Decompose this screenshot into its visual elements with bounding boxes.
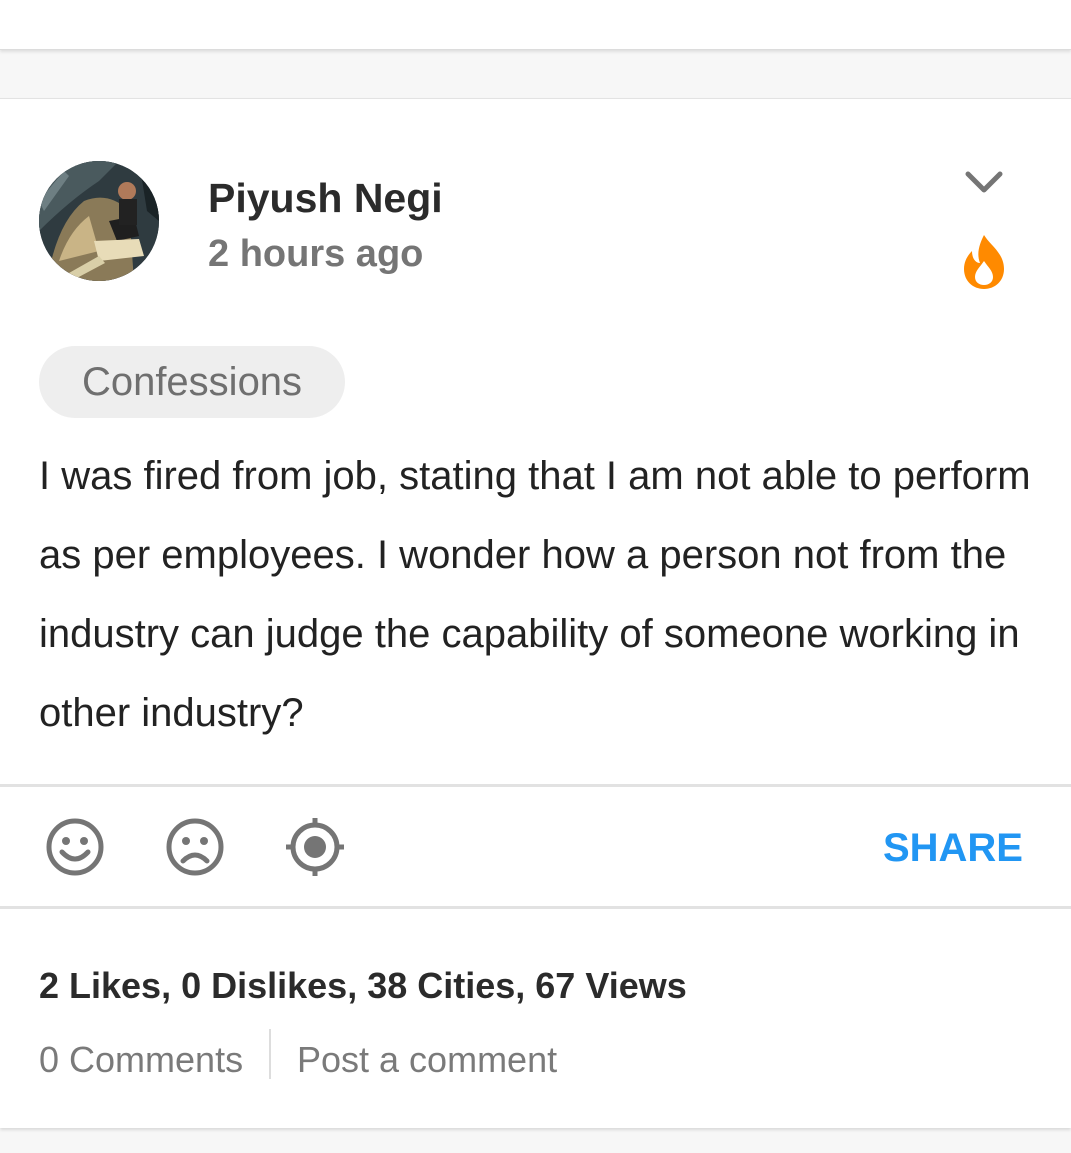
previous-post-card — [0, 0, 1071, 50]
post-card: Piyush Negi 2 hours ago Confessions I wa… — [0, 98, 1071, 1128]
fire-icon — [960, 231, 1008, 291]
smiley-icon[interactable] — [44, 816, 106, 878]
share-button[interactable]: SHARE — [883, 826, 1023, 871]
avatar[interactable] — [39, 161, 159, 281]
post-body: I was fired from job, stating that I am … — [39, 454, 1031, 735]
divider — [0, 906, 1071, 909]
author-name[interactable]: Piyush Negi — [208, 175, 443, 222]
category-chip[interactable]: Confessions — [39, 346, 345, 418]
post-stats: 2 Likes, 0 Dislikes, 38 Cities, 67 Views — [39, 965, 687, 1006]
divider — [0, 784, 1071, 787]
comments-count-link[interactable]: 0 Comments — [39, 1039, 243, 1081]
post-comment-link[interactable]: Post a comment — [297, 1039, 557, 1081]
post-timestamp: 2 hours ago — [208, 233, 424, 275]
sad-face-icon[interactable] — [164, 816, 226, 878]
separator — [269, 1029, 271, 1079]
crosshair-icon[interactable] — [284, 816, 346, 878]
chevron-down-icon[interactable] — [963, 165, 1005, 199]
